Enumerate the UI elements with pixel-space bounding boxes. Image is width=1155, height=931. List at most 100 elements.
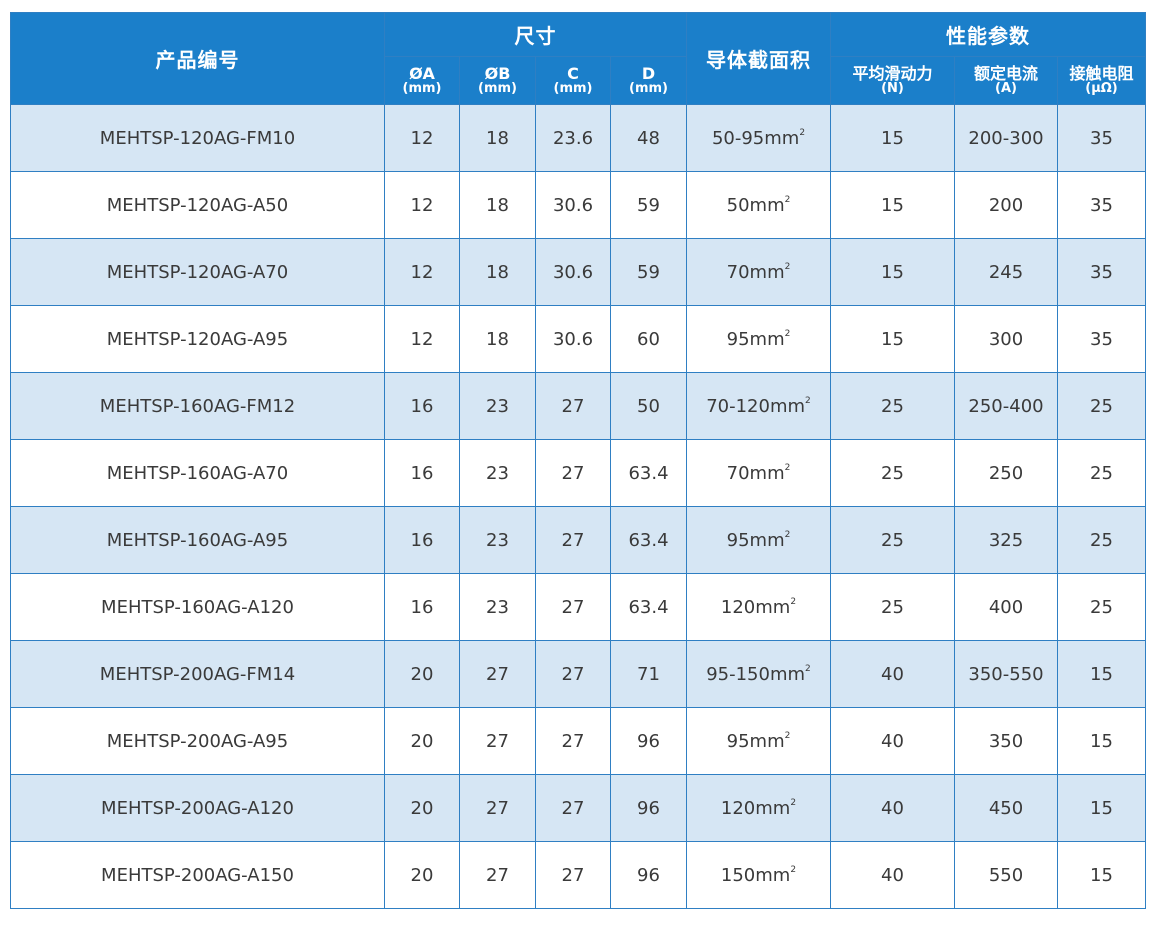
area-unit-superscript: 2 <box>784 529 791 540</box>
area-value: 120 <box>720 596 756 618</box>
area-unit-superscript: 2 <box>784 261 791 272</box>
cell-dim-c: 27 <box>535 439 611 507</box>
cell-rated-current: 250 <box>954 439 1058 507</box>
area-value: 70-120 <box>706 395 770 417</box>
area-value: 70 <box>726 261 750 283</box>
header-diameter-a: ØA (mm) <box>384 56 460 105</box>
cell-diameter-b: 27 <box>459 640 536 708</box>
cell-dim-c: 27 <box>535 372 611 440</box>
cell-contact-resistance: 35 <box>1056 238 1147 306</box>
cell-rated-current: 450 <box>954 774 1058 842</box>
cell-conductor-area: 150mm2 <box>686 841 831 909</box>
cell-diameter-b: 27 <box>459 707 536 775</box>
cell-contact-resistance: 35 <box>1056 104 1147 172</box>
cell-diameter-b: 18 <box>459 104 536 172</box>
area-unit-superscript: 2 <box>784 194 791 205</box>
cell-rated-current: 200-300 <box>954 104 1058 172</box>
product-spec-table: 产品编号 尺寸 导体截面积 性能参数 ØA (mm) ØB (mm) C (mm) D… <box>10 12 1147 909</box>
area-unit: mm <box>749 194 785 216</box>
cell-conductor-area: 95mm2 <box>686 506 831 574</box>
area-unit-superscript: 2 <box>799 127 806 138</box>
area-unit-superscript: 2 <box>790 864 797 875</box>
cell-sliding-force: 25 <box>830 439 955 507</box>
cell-sliding-force: 40 <box>830 841 955 909</box>
cell-model: MEHTSP-160AG-A95 <box>10 506 385 574</box>
area-unit: mm <box>769 395 806 417</box>
cell-dim-c: 30.6 <box>535 238 611 306</box>
cell-contact-resistance: 25 <box>1056 439 1147 507</box>
header-diameter-b-name: ØB <box>484 64 511 83</box>
cell-sliding-force: 15 <box>830 171 955 239</box>
table-row: MEHTSP-200AG-FM14 20 27 27 71 95-150mm2 40 350-… <box>10 640 1147 708</box>
table-row: MEHTSP-160AG-A95 16 23 27 63.4 95mm2 25 325 25 <box>10 506 1147 574</box>
cell-model: MEHTSP-200AG-FM14 <box>10 640 385 708</box>
cell-rated-current: 350-550 <box>954 640 1058 708</box>
cell-dim-d: 60 <box>610 305 687 373</box>
cell-rated-current: 550 <box>954 841 1058 909</box>
table-body: MEHTSP-120AG-FM10 12 18 23.6 48 50-95mm2 15 200… <box>10 104 1147 909</box>
cell-conductor-area: 95mm2 <box>686 305 831 373</box>
cell-model: MEHTSP-160AG-A120 <box>10 573 385 641</box>
cell-contact-resistance: 35 <box>1056 305 1147 373</box>
area-value: 50-95 <box>711 127 765 149</box>
header-dim-c-name: C <box>567 64 579 83</box>
header-dimensions: 尺寸 <box>384 12 687 57</box>
cell-conductor-area: 95-150mm2 <box>686 640 831 708</box>
cell-rated-current: 325 <box>954 506 1058 574</box>
header-contact-resistance-unit: (μΩ) <box>1085 81 1118 96</box>
table-row: MEHTSP-120AG-A70 12 18 30.6 59 70mm2 15 245 35 <box>10 238 1147 306</box>
header-dim-d-name: D <box>641 64 656 83</box>
cell-diameter-a: 12 <box>384 104 460 172</box>
cell-contact-resistance: 35 <box>1056 171 1147 239</box>
cell-conductor-area: 120mm2 <box>686 774 831 842</box>
cell-diameter-b: 18 <box>459 238 536 306</box>
area-unit-superscript: 2 <box>805 395 811 406</box>
cell-sliding-force: 15 <box>830 104 955 172</box>
area-unit-superscript: 2 <box>805 663 811 674</box>
area-unit: mm <box>755 596 791 618</box>
cell-dim-c: 27 <box>535 573 611 641</box>
area-unit: mm <box>755 797 791 819</box>
table-header: 产品编号 尺寸 导体截面积 性能参数 ØA (mm) ØB (mm) C (mm) D… <box>10 12 1147 105</box>
cell-dim-c: 27 <box>535 506 611 574</box>
header-diameter-b: ØB (mm) <box>459 56 536 105</box>
table-row: MEHTSP-160AG-A120 16 23 27 63.4 120mm2 25 400 25 <box>10 573 1147 641</box>
cell-model: MEHTSP-120AG-A95 <box>10 305 385 373</box>
cell-diameter-b: 23 <box>459 439 536 507</box>
header-diameter-a-name: ØA <box>409 64 435 83</box>
table-row: MEHTSP-120AG-A50 12 18 30.6 59 50mm2 15 200 35 <box>10 171 1147 239</box>
area-unit: mm <box>755 864 791 886</box>
cell-diameter-a: 12 <box>384 171 460 239</box>
area-unit: mm <box>764 127 800 149</box>
cell-contact-resistance: 25 <box>1056 573 1147 641</box>
cell-model: MEHTSP-120AG-FM10 <box>10 104 385 172</box>
cell-model: MEHTSP-200AG-A95 <box>10 707 385 775</box>
cell-rated-current: 400 <box>954 573 1058 641</box>
area-unit: mm <box>749 462 785 484</box>
header-performance: 性能参数 <box>829 12 1147 57</box>
area-value: 95 <box>726 730 750 752</box>
area-unit: mm <box>749 529 785 551</box>
area-value: 95 <box>726 328 750 350</box>
header-sliding-force: 平均滑动力 (N) <box>830 56 955 105</box>
cell-diameter-b: 18 <box>459 171 536 239</box>
header-product-no: 产品编号 <box>10 12 385 105</box>
cell-dim-d: 96 <box>610 707 687 775</box>
area-value: 150 <box>720 864 756 886</box>
cell-contact-resistance: 15 <box>1056 774 1147 842</box>
cell-rated-current: 200 <box>954 171 1058 239</box>
cell-dim-d: 59 <box>610 171 687 239</box>
cell-rated-current: 250-400 <box>954 372 1058 440</box>
cell-dim-d: 48 <box>610 104 687 172</box>
cell-diameter-a: 16 <box>384 439 460 507</box>
cell-model: MEHTSP-160AG-A70 <box>10 439 385 507</box>
area-value: 95-150 <box>706 663 770 685</box>
cell-diameter-a: 16 <box>384 573 460 641</box>
cell-contact-resistance: 25 <box>1056 372 1147 440</box>
cell-diameter-a: 12 <box>384 238 460 306</box>
cell-dim-c: 30.6 <box>535 171 611 239</box>
cell-diameter-b: 27 <box>459 841 536 909</box>
cell-dim-d: 71 <box>610 640 687 708</box>
area-unit-superscript: 2 <box>784 328 791 339</box>
header-diameter-a-unit: (mm) <box>402 81 442 96</box>
